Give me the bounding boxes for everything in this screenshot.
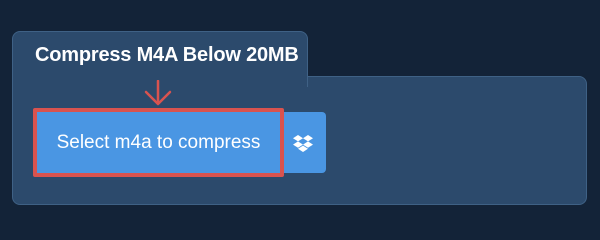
arrow-down-icon	[144, 80, 172, 106]
dropbox-button[interactable]	[280, 112, 326, 173]
select-file-button[interactable]: Select m4a to compress	[37, 112, 280, 173]
select-file-label: Select m4a to compress	[56, 131, 261, 153]
dropbox-icon	[293, 134, 313, 152]
page: Compress M4A Below 20MB Select m4a to co…	[0, 0, 600, 230]
tab-title: Compress M4A Below 20MB	[35, 44, 299, 66]
